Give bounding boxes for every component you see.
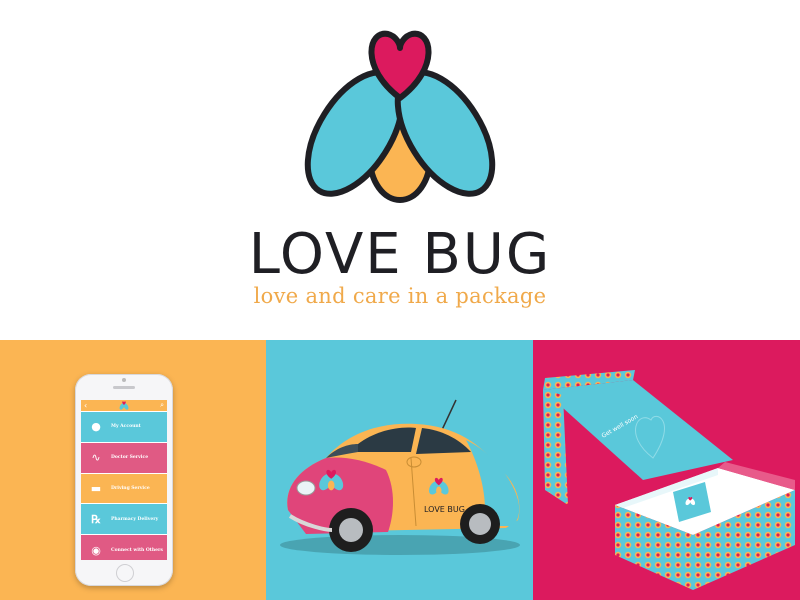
search-icon[interactable]: ⌕: [160, 400, 164, 411]
branded-car-image: LOVE BUG: [280, 399, 520, 555]
menu-item-my-account[interactable]: ● My Account: [81, 411, 167, 442]
car-icon: ▬: [90, 481, 102, 495]
rx-icon: ℞: [91, 512, 101, 526]
phone-screen: ‹ ⌕ ● My Account ∿ Doctor Service ▬ Driv…: [81, 400, 167, 560]
gift-box-image: Get well soon: [543, 370, 795, 590]
menu-item-pharmacy-delivery[interactable]: ℞ Pharmacy Delivery: [81, 503, 167, 535]
menu-item-doctor-service[interactable]: ∿ Doctor Service: [81, 441, 167, 473]
menu-item-connect-with-others[interactable]: ◉ Connect with Others: [81, 534, 167, 560]
phone-camera: [122, 378, 126, 382]
menu-item-label: Connect with Others: [111, 547, 163, 553]
menu-item-label: Driving Service: [111, 485, 150, 491]
car-door-text: LOVE BUG: [424, 505, 465, 514]
menu-item-label: My Account: [111, 424, 141, 430]
chat-icon: ◉: [91, 543, 101, 557]
mini-logo-icon: [119, 401, 129, 410]
menu-item-label: Doctor Service: [111, 455, 149, 461]
menu-item-label: Pharmacy Delivery: [111, 516, 159, 522]
back-arrow-icon[interactable]: ‹: [84, 400, 87, 411]
stethoscope-icon: ∿: [91, 451, 101, 465]
phone-mockup: ‹ ⌕ ● My Account ∿ Doctor Service ▬ Driv…: [75, 374, 173, 586]
package-mockup-panel: Get well soon: [533, 340, 800, 600]
phone-speaker: [113, 386, 135, 389]
logo-section: LOVE BUG love and care in a package: [0, 0, 800, 340]
brand-tagline: love and care in a package: [253, 284, 547, 308]
brand-name: LOVE BUG: [248, 222, 552, 287]
phone-mockup-panel: ‹ ⌕ ● My Account ∿ Doctor Service ▬ Driv…: [0, 340, 266, 600]
app-header: ‹ ⌕: [81, 400, 167, 411]
person-icon: ●: [91, 420, 101, 434]
car-mockup-panel: LOVE BUG: [266, 340, 533, 600]
phone-home-button: [116, 564, 134, 582]
love-bug-logo-icon: [304, 30, 496, 203]
menu-item-driving-service[interactable]: ▬ Driving Service: [81, 472, 167, 504]
